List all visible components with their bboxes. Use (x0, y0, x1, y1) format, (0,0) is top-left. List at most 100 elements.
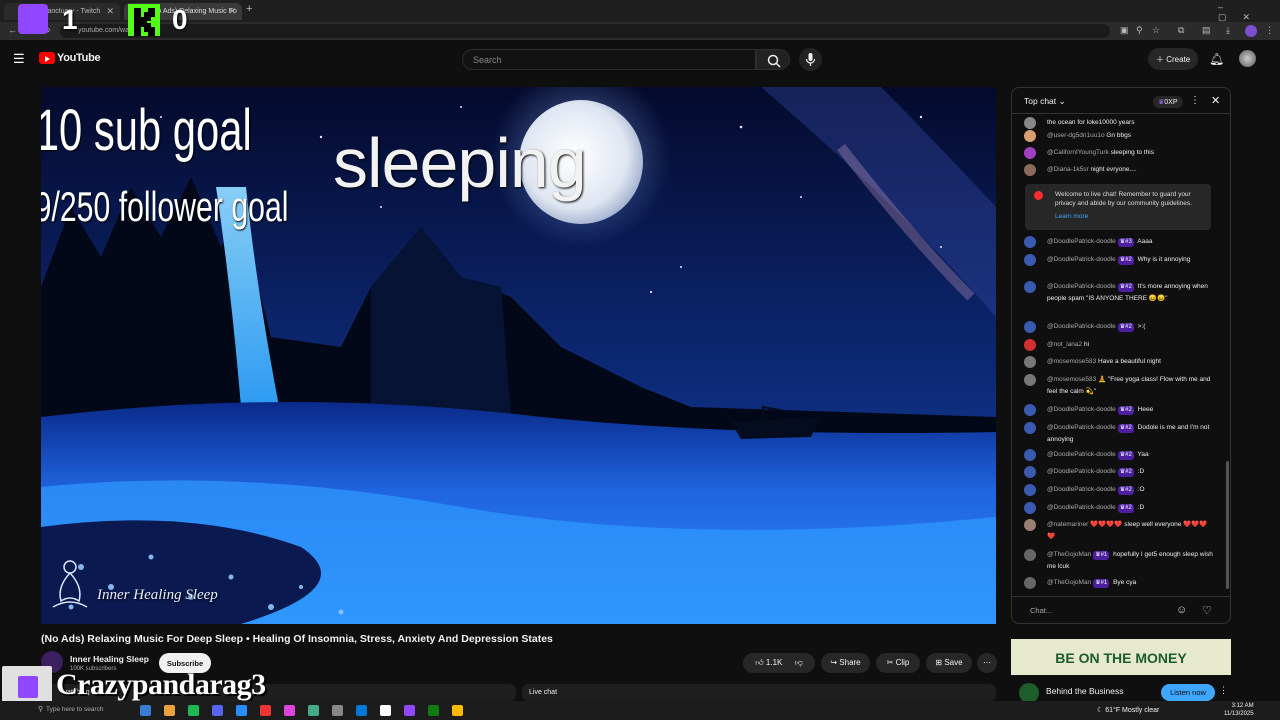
bookmark-star-icon[interactable]: ☆ (1152, 25, 1160, 36)
chat-avatar[interactable] (1024, 321, 1036, 333)
taskbar-app-icon[interactable] (404, 705, 415, 716)
share-button[interactable]: ↪ Share (821, 653, 870, 673)
taskbar-app-icon[interactable] (284, 705, 295, 716)
taskbar-app-icon[interactable] (212, 705, 223, 716)
taskbar-app-icon[interactable] (332, 705, 343, 716)
chat-avatar[interactable] (1024, 147, 1036, 159)
chat-avatar[interactable] (1024, 339, 1036, 351)
chat-username[interactable]: @TheGojoMan (1047, 551, 1091, 558)
taskbar-app-icon[interactable] (140, 705, 151, 716)
create-button[interactable]: ＋ Create (1148, 48, 1198, 70)
taskbar-clock[interactable]: 3:12 AM 11/13/2025 (1224, 702, 1254, 718)
chat-username[interactable]: @DoodlePatrick-doodle (1047, 468, 1116, 475)
chat-avatar[interactable] (1024, 236, 1036, 248)
save-button[interactable]: ⊞ Save (926, 653, 972, 673)
chat-avatar[interactable] (1024, 374, 1036, 386)
chat-avatar[interactable] (1024, 466, 1036, 478)
back-icon[interactable]: ← (8, 25, 17, 35)
taskbar-search-icon[interactable]: ⚲ (38, 705, 43, 713)
taskbar-app-icon[interactable] (308, 705, 319, 716)
top-chat-dropdown[interactable]: Top chat ⌄ (1024, 96, 1066, 107)
chat-username[interactable]: @DoodlePatrick-doodle (1047, 406, 1116, 413)
taskbar-app-icon[interactable] (188, 705, 199, 716)
chat-avatar[interactable] (1024, 422, 1036, 434)
xp-badge[interactable]: ♛0XP (1153, 96, 1183, 108)
chat-username[interactable]: @DoodlePatrick-doodle (1047, 451, 1116, 458)
taskbar-app-icon[interactable] (380, 705, 391, 716)
chat-avatar[interactable] (1024, 130, 1036, 142)
account-avatar[interactable] (1239, 50, 1256, 67)
chat-avatar[interactable] (1024, 502, 1036, 514)
new-tab-icon[interactable]: + (246, 3, 252, 15)
voice-search-button[interactable] (799, 48, 822, 71)
chat-avatar[interactable] (1024, 117, 1036, 129)
sidebar-icon[interactable]: ▤ (1202, 25, 1211, 36)
chat-username[interactable]: @DoodlePatrick-doodle (1047, 323, 1116, 330)
ad-menu-dots-icon[interactable]: ⋮ (1219, 685, 1228, 696)
downloads-icon[interactable]: ⤓ (1226, 25, 1230, 36)
like-button[interactable]: 👍︎ 1.1K (755, 658, 782, 667)
chat-avatar[interactable] (1024, 281, 1036, 293)
clip-button[interactable]: ✂ Clip (876, 653, 920, 673)
extensions-icon[interactable]: ⧉ (1178, 25, 1184, 36)
chat-username[interactable]: @DoodlePatrick-doodle (1047, 424, 1116, 431)
chat-input-field[interactable]: Chat... (1030, 606, 1052, 615)
learn-more-link[interactable]: Learn more (1055, 212, 1203, 221)
window-controls[interactable]: –▢✕ (1218, 2, 1280, 23)
chat-username[interactable]: @natemariner (1047, 521, 1088, 528)
profile-avatar[interactable] (1245, 25, 1257, 37)
chat-username[interactable]: @mosemose583 (1047, 358, 1096, 365)
heart-icon[interactable]: ♡ (1202, 604, 1212, 617)
chat-avatar[interactable] (1024, 449, 1036, 461)
extension-icon[interactable]: ▣ (1120, 25, 1129, 36)
hamburger-menu-icon[interactable]: ☰ (13, 51, 25, 67)
taskbar-app-icon[interactable] (428, 705, 439, 716)
chat-username[interactable]: @mosemose583 (1047, 376, 1096, 383)
chat-avatar[interactable] (1024, 254, 1036, 266)
listen-now-button[interactable]: Listen now (1161, 684, 1215, 701)
taskbar-app-icon[interactable] (452, 705, 463, 716)
live-chat-replay-bar[interactable] (522, 684, 996, 701)
menu-dots-icon[interactable]: ⋮ (1265, 25, 1274, 36)
chat-menu-dots-icon[interactable]: ⋮ (1190, 95, 1200, 106)
thumbs-down-icon[interactable]: 👎︎ (795, 658, 803, 667)
chat-username[interactable]: @DoodlePatrick-doodle (1047, 504, 1116, 511)
chat-username[interactable]: @user-dg5dn1uu1o (1047, 132, 1105, 139)
close-icon[interactable]: ✕ (228, 6, 236, 17)
notifications-bell-icon[interactable]: 🔔︎ (1209, 52, 1224, 66)
close-icon[interactable]: ✕ (106, 6, 114, 17)
taskbar-app-icon[interactable] (236, 705, 247, 716)
taskbar-app-icon[interactable] (260, 705, 271, 716)
chat-avatar[interactable] (1024, 519, 1036, 531)
chat-avatar[interactable] (1024, 356, 1036, 368)
chat-username[interactable]: @DoodlePatrick-doodle (1047, 256, 1116, 263)
taskbar-app-icon[interactable] (356, 705, 367, 716)
chat-avatar[interactable] (1024, 577, 1036, 589)
search-input[interactable]: Search (462, 49, 756, 70)
chat-username[interactable]: @Diana-1k5sr (1047, 166, 1089, 173)
chat-username[interactable]: @DoodlePatrick-doodle (1047, 283, 1116, 290)
video-player[interactable]: 1/10 sub goal 169/250 follower goal slee… (41, 87, 996, 624)
taskbar-app-icon[interactable] (164, 705, 175, 716)
chat-avatar[interactable] (1024, 404, 1036, 416)
chat-username[interactable]: @DoodlePatrick-doodle (1047, 238, 1116, 245)
channel-name[interactable]: Inner Healing Sleep (70, 654, 149, 664)
youtube-logo-text[interactable]: YouTube (57, 52, 101, 64)
search-button[interactable] (756, 49, 790, 70)
emoji-icon[interactable]: ☺ (1176, 604, 1187, 616)
close-chat-icon[interactable]: ✕ (1211, 94, 1220, 107)
chat-username[interactable]: @DoodlePatrick-doodle (1047, 486, 1116, 493)
chat-username[interactable]: @not_lana2 (1047, 341, 1082, 348)
zoom-icon[interactable]: ⚲ (1136, 25, 1143, 36)
chat-avatar[interactable] (1024, 484, 1036, 496)
chat-username[interactable]: @TheGojoMan (1047, 579, 1091, 586)
chat-avatar[interactable] (1024, 549, 1036, 561)
chat-username[interactable]: @CalifornIYoungTurk (1047, 149, 1109, 156)
taskbar-search-field[interactable]: Type here to search (46, 706, 103, 713)
chat-avatar[interactable] (1024, 164, 1036, 176)
url-field[interactable]: youtube.com/watch?v=... (60, 24, 1110, 38)
youtube-logo-icon[interactable] (39, 52, 55, 64)
chat-scrollbar[interactable] (1226, 461, 1229, 589)
ad-banner[interactable]: BE ON THE MONEY (1011, 639, 1231, 675)
more-actions-icon[interactable]: ⋯ (977, 653, 997, 673)
